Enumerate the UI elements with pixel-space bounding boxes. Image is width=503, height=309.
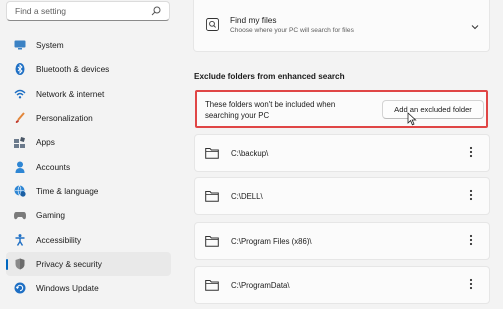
folder-row[interactable]: C:\ProgramData\: [194, 266, 490, 304]
sidebar-item-label: Personalization: [36, 113, 93, 124]
search-files-icon: [206, 18, 219, 31]
sidebar-item-label: Apps: [36, 137, 55, 148]
exclude-folders-card: These folders won't be included when sea…: [195, 90, 488, 128]
chevron-down-icon[interactable]: [471, 24, 479, 30]
folder-path: C:\backup\: [231, 149, 269, 158]
person-icon: [14, 161, 26, 173]
sidebar-item-label: System: [36, 40, 64, 51]
folder-row[interactable]: C:\Program Files (x86)\: [194, 222, 490, 260]
sidebar-item-personalization[interactable]: Personalization: [6, 106, 171, 130]
sidebar-item-windows-update[interactable]: Windows Update: [6, 276, 171, 300]
wifi-icon: [14, 88, 26, 100]
sidebar-item-label: Accounts: [36, 161, 71, 172]
update-icon: [14, 282, 26, 294]
find-my-files-description: Choose where your PC will search for fil…: [230, 27, 354, 34]
search-icon: [151, 6, 161, 16]
sidebar-item-privacy-security[interactable]: Privacy & security: [6, 251, 171, 276]
search-placeholder: Find a setting: [15, 6, 67, 16]
accessibility-icon: [14, 233, 26, 246]
sidebar-item-bluetooth[interactable]: Bluetooth & devices: [6, 57, 171, 81]
sidebar-item-network[interactable]: Network & internet: [6, 82, 171, 106]
more-options-icon[interactable]: [469, 277, 473, 291]
sidebar-item-apps[interactable]: Apps: [6, 130, 171, 154]
folder-path: C:\Program Files (x86)\: [231, 237, 312, 246]
folder-icon: [205, 148, 219, 159]
more-options-icon[interactable]: [469, 145, 473, 159]
mouse-cursor-icon: [407, 112, 417, 126]
brush-icon: [14, 112, 26, 124]
add-excluded-folder-button[interactable]: Add an excluded folder: [382, 100, 484, 119]
find-my-files-title: Find my files: [230, 15, 277, 25]
sidebar-item-label: Bluetooth & devices: [36, 64, 110, 75]
more-options-icon[interactable]: [469, 188, 473, 202]
sidebar-item-accessibility[interactable]: Accessibility: [6, 227, 171, 251]
bluetooth-icon: [14, 63, 26, 76]
sidebar-item-label: Time & language: [36, 185, 99, 196]
monitor-icon: [14, 39, 26, 51]
exclude-folders-section-title: Exclude folders from enhanced search: [194, 72, 345, 81]
sidebar-item-label: Network & internet: [36, 88, 105, 99]
exclude-folders-description: These folders won't be included when sea…: [205, 100, 336, 120]
sidebar-item-accounts[interactable]: Accounts: [6, 154, 171, 178]
sidebar-item-gaming[interactable]: Gaming: [6, 203, 171, 227]
more-options-icon[interactable]: [469, 233, 473, 247]
sidebar-item-label: Accessibility: [36, 234, 82, 245]
folder-icon: [205, 191, 219, 202]
apps-icon: [14, 136, 26, 148]
shield-icon: [14, 258, 26, 270]
sidebar-item-label: Gaming: [36, 210, 66, 221]
folder-icon: [205, 236, 219, 247]
folder-row[interactable]: C:\backup\: [194, 134, 490, 172]
sidebar-item-time-language[interactable]: Time & language: [6, 179, 171, 203]
sidebar-item-label: Privacy & security: [36, 258, 102, 269]
folder-icon: [205, 280, 219, 291]
folder-path: C:\ProgramData\: [231, 281, 290, 290]
sidebar-item-label: Windows Update: [36, 283, 99, 294]
gamepad-icon: [14, 209, 26, 221]
search-input[interactable]: Find a setting: [6, 1, 170, 21]
find-my-files-card[interactable]: Find my files Choose where your PC will …: [193, 0, 490, 52]
sidebar-nav: System Bluetooth & devices Network & int…: [6, 33, 171, 300]
folder-row[interactable]: C:\DELL\: [194, 177, 490, 215]
globe-clock-icon: [14, 185, 26, 197]
folder-path: C:\DELL\: [231, 192, 263, 201]
sidebar-item-system[interactable]: System: [6, 33, 171, 57]
